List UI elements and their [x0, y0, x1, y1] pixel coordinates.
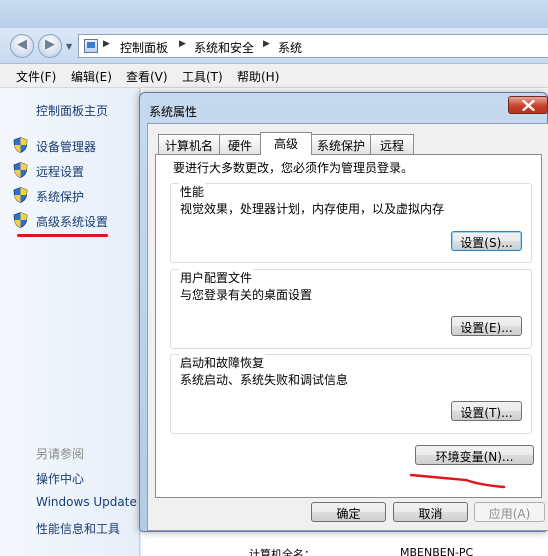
sidebar-item-advanced-system-settings[interactable]: 高级系统设置 [36, 213, 108, 230]
sidebar-item-windows-update[interactable]: Windows Update [36, 495, 137, 509]
see-also-label: 另请参阅 [36, 447, 85, 461]
menu-edit[interactable]: 编辑(E) [71, 68, 112, 85]
group-description: 与您登录有关的桌面设置 [180, 288, 313, 302]
system-properties-dialog: 系统属性 计算机名 硬件 高级 系统保护 远程 要进行大多数更改，您必须作为管理… [139, 92, 548, 532]
ok-button[interactable]: 确定 [311, 502, 386, 522]
uac-shield-icon [13, 137, 28, 153]
admin-notice: 要进行大多数更改，您必须作为管理员登录。 [173, 161, 414, 175]
close-button[interactable] [508, 96, 548, 114]
tab-hardware[interactable]: 硬件 [219, 134, 261, 154]
cancel-button[interactable]: 取消 [393, 502, 468, 522]
forward-arrow-icon: ▶ [45, 37, 55, 52]
annotation-underline [17, 234, 108, 237]
computer-full-name-value: MBENBEN-PC [400, 546, 474, 556]
user-profiles-settings-button[interactable]: 设置(E)... [451, 316, 522, 336]
tab-computer-name[interactable]: 计算机名 [158, 134, 220, 154]
chevron-right-icon[interactable]: ▶ [103, 39, 110, 49]
group-performance: 性能 视觉效果，处理器计划，内存使用，以及虚拟内存 设置(S)... [170, 183, 532, 263]
explorer-title-bar [0, 0, 548, 28]
group-startup-recovery: 启动和故障恢复 系统启动、系统失败和调试信息 设置(T)... [170, 354, 532, 434]
uac-shield-icon [13, 162, 28, 178]
group-title: 用户配置文件 [179, 269, 254, 286]
sidebar-item-performance-tools[interactable]: 性能信息和工具 [36, 520, 120, 537]
menu-tools[interactable]: 工具(T) [182, 68, 223, 85]
close-icon [522, 100, 535, 111]
address-bar: ◀ ▶ ▼ ▶ 控制面板 ▶ 系统和安全 ▶ 系统 [0, 28, 548, 64]
menu-bar: 文件(F) 编辑(E) 查看(V) 工具(T) 帮助(H) [0, 64, 548, 88]
dialog-title: 系统属性 [149, 105, 198, 119]
annotation-underline [409, 473, 506, 489]
menu-view[interactable]: 查看(V) [126, 68, 168, 85]
group-title: 性能 [179, 183, 206, 200]
forward-button[interactable]: ▶ [38, 34, 62, 58]
advanced-tab-panel: 要进行大多数更改，您必须作为管理员登录。 性能 视觉效果，处理器计划，内存使用，… [155, 154, 542, 498]
startup-recovery-settings-button[interactable]: 设置(T)... [451, 401, 522, 421]
sidebar-item-action-center[interactable]: 操作中心 [36, 470, 84, 487]
group-user-profiles: 用户配置文件 与您登录有关的桌面设置 设置(E)... [170, 269, 532, 349]
back-button[interactable]: ◀ [10, 34, 34, 58]
menu-file[interactable]: 文件(F) [16, 68, 56, 85]
control-panel-icon [84, 39, 98, 53]
chevron-right-icon[interactable]: ▶ [179, 39, 186, 49]
tab-advanced[interactable]: 高级 [260, 132, 312, 155]
breadcrumb-control-panel[interactable]: 控制面板 [120, 39, 168, 56]
apply-button[interactable]: 应用(A) [474, 502, 545, 522]
back-arrow-icon: ◀ [17, 37, 27, 52]
breadcrumb-system[interactable]: 系统 [278, 39, 302, 56]
environment-variables-button[interactable]: 环境变量(N)... [415, 445, 534, 465]
group-description: 视觉效果，处理器计划，内存使用，以及虚拟内存 [180, 202, 445, 216]
computer-full-name-label: 计算机全名： [249, 548, 315, 556]
sidebar-home-link[interactable]: 控制面板主页 [36, 102, 108, 119]
uac-shield-icon [13, 212, 28, 228]
sidebar-item-remote-settings[interactable]: 远程设置 [36, 163, 84, 180]
chevron-right-icon[interactable]: ▶ [263, 39, 270, 49]
group-title: 启动和故障恢复 [179, 354, 266, 371]
breadcrumb-system-security[interactable]: 系统和安全 [194, 39, 254, 56]
breadcrumb[interactable]: ▶ 控制面板 ▶ 系统和安全 ▶ 系统 [78, 34, 548, 58]
tab-remote[interactable]: 远程 [370, 134, 414, 154]
tab-system-protection[interactable]: 系统保护 [311, 134, 371, 154]
sidebar-item-device-manager[interactable]: 设备管理器 [36, 138, 96, 155]
group-description: 系统启动、系统失败和调试信息 [180, 373, 349, 387]
history-dropdown-icon[interactable]: ▼ [66, 42, 72, 51]
sidebar-item-system-protection[interactable]: 系统保护 [36, 188, 84, 205]
sidebar: 控制面板主页 设备管理器 远程设置 系统保护 高级系统设置 另请参阅 操作中心 … [0, 88, 140, 556]
performance-settings-button[interactable]: 设置(S)... [451, 231, 522, 251]
uac-shield-icon [13, 187, 28, 203]
menu-help[interactable]: 帮助(H) [237, 68, 279, 85]
